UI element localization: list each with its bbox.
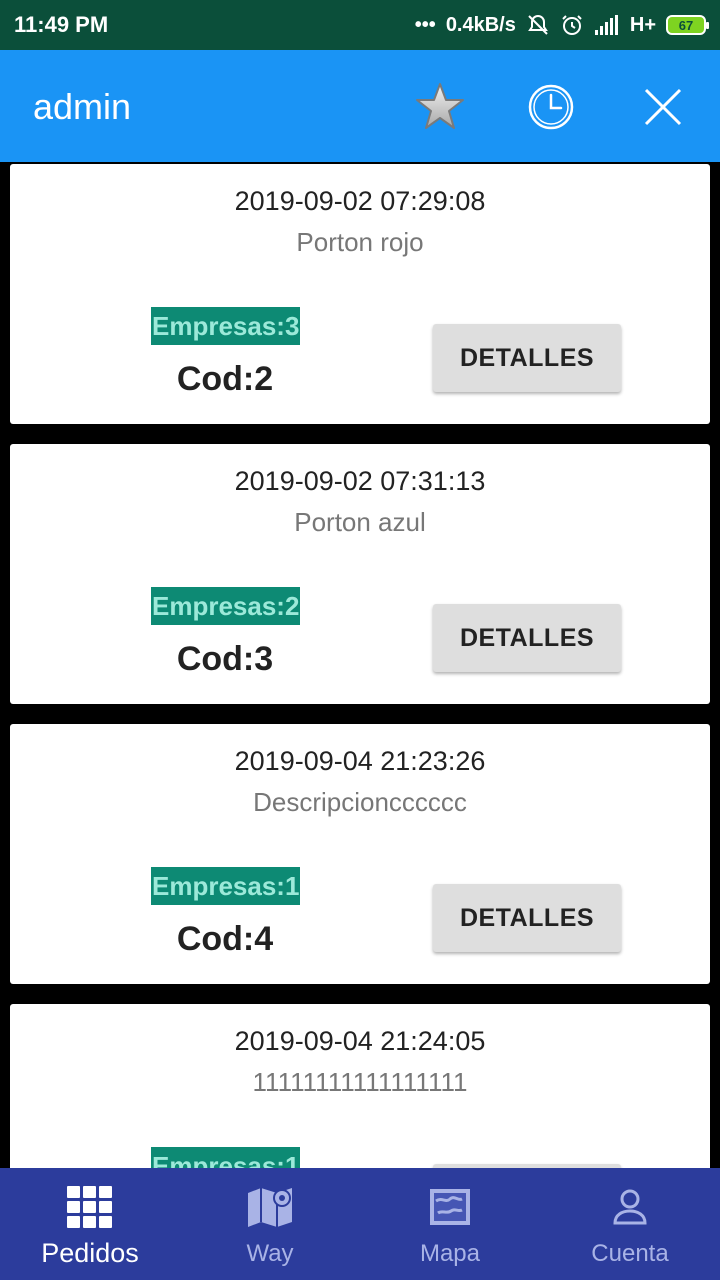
- nav-item-cuenta[interactable]: Cuenta: [540, 1168, 720, 1280]
- person-icon: [605, 1184, 655, 1230]
- grid-icon: [65, 1184, 115, 1230]
- signal-icon: [594, 14, 620, 36]
- nav-label: Cuenta: [591, 1240, 669, 1267]
- order-card: 2019-09-02 07:31:13 Porton azul Empresas…: [10, 444, 710, 704]
- status-time: 11:49 PM: [14, 12, 109, 37]
- bottom-nav: Pedidos Way Mapa Cuenta: [0, 1168, 720, 1280]
- details-button[interactable]: DETALLES: [433, 324, 621, 392]
- alarm-icon: [560, 13, 584, 37]
- star-icon[interactable]: [413, 80, 467, 134]
- empresas-badge: Empresas:1: [151, 1147, 301, 1168]
- order-datetime: 2019-09-04 21:23:26: [234, 746, 486, 776]
- nav-item-mapa[interactable]: Mapa: [360, 1168, 540, 1280]
- order-description: 11111111111111111: [252, 1067, 468, 1097]
- order-datetime: 2019-09-02 07:31:13: [234, 466, 486, 496]
- empresas-badge: Empresas:2: [151, 587, 301, 625]
- nav-item-pedidos[interactable]: Pedidos: [0, 1168, 180, 1280]
- empresas-badge: Empresas:1: [151, 867, 301, 905]
- nav-label: Pedidos: [41, 1238, 139, 1268]
- order-datetime: 2019-09-02 07:29:08: [234, 186, 486, 216]
- details-button[interactable]: DETALLES: [433, 884, 621, 952]
- status-dots: •••: [414, 13, 436, 36]
- history-icon[interactable]: [524, 80, 578, 134]
- nav-label: Mapa: [419, 1240, 481, 1267]
- mute-bell-icon: [526, 13, 550, 37]
- order-code: Cod:2: [176, 360, 274, 398]
- orders-list[interactable]: 2019-09-02 07:29:08 Porton rojo Empresas…: [0, 162, 720, 1168]
- order-datetime: 2019-09-04 21:24:05: [234, 1026, 486, 1056]
- order-description: Descripcioncccccc: [253, 787, 467, 817]
- order-code: Cod:4: [176, 920, 274, 958]
- app-title: admin: [33, 86, 132, 127]
- screen: 11:49 PM ••• 0.4kB/s H+ 67 admin 2019-09…: [0, 0, 720, 1280]
- nav-label: Way: [246, 1240, 294, 1267]
- details-button[interactable]: DETALLES: [433, 604, 621, 672]
- network-type: H+: [629, 13, 656, 36]
- map-icon: [425, 1184, 475, 1230]
- status-bar: 11:49 PM ••• 0.4kB/s H+ 67: [0, 0, 720, 50]
- empresas-badge: Empresas:3: [151, 307, 301, 345]
- map-pin-icon: [245, 1184, 295, 1230]
- net-speed: 0.4kB/s: [445, 13, 516, 36]
- close-icon[interactable]: [636, 80, 690, 134]
- order-card: 2019-09-04 21:23:26 Descripcioncccccc Em…: [10, 724, 710, 984]
- order-description: Porton azul: [294, 507, 426, 537]
- order-card: 2019-09-02 07:29:08 Porton rojo Empresas…: [10, 164, 710, 424]
- nav-item-way[interactable]: Way: [180, 1168, 360, 1280]
- order-code: Cod:3: [176, 640, 274, 678]
- order-description: Porton rojo: [296, 227, 424, 257]
- order-card: 2019-09-04 21:24:05 11111111111111111 Em…: [10, 1004, 710, 1168]
- app-bar: admin: [0, 50, 720, 162]
- battery-icon: 67: [666, 15, 709, 35]
- status-icons: ••• 0.4kB/s H+ 67: [414, 13, 709, 37]
